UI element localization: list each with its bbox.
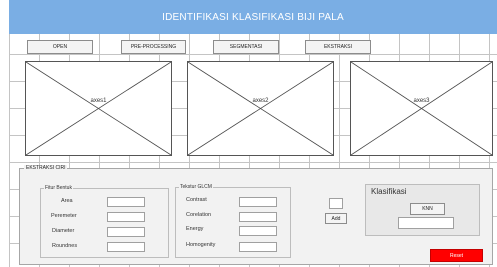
axes-label: axes2 <box>252 98 269 105</box>
energy-label: Energy <box>186 226 204 232</box>
axes-label: axes1 <box>90 98 107 105</box>
app-title-bar: IDENTIFIKASI KLASIFIKASI BIJI PALA <box>9 0 497 34</box>
area-label: Area <box>61 198 73 204</box>
klasifikasi-group: Klasifikasi KNN <box>365 184 480 236</box>
axes-cross-icon <box>26 62 171 155</box>
tekstur-glcm-group: Tekstur GLCM Contrast Corelation Energy … <box>175 184 291 258</box>
knn-button[interactable]: KNN <box>410 203 445 215</box>
app-title: IDENTIFIKASI KLASIFIKASI BIJI PALA <box>162 11 344 23</box>
add-button[interactable]: Add <box>325 213 347 224</box>
axes2-area: axes2 <box>187 61 334 156</box>
roundnes-field[interactable] <box>107 242 145 252</box>
axes-cross-icon <box>351 62 492 155</box>
axes3-area: axes3 <box>350 61 493 156</box>
energy-field[interactable] <box>239 226 277 236</box>
segmentasi-button[interactable]: SEGMENTASI <box>213 40 279 54</box>
ekstraksi-ciri-title: EKSTRAKSI CIRI <box>24 165 68 171</box>
preprocessing-button[interactable]: PRE-PROCESSING <box>121 40 186 54</box>
diameter-label: Diameter <box>52 228 75 234</box>
fitur-bentuk-title: Fitur Bentuk <box>44 185 73 191</box>
area-field[interactable] <box>107 197 145 207</box>
diameter-field[interactable] <box>107 227 145 237</box>
contrast-field[interactable] <box>239 197 277 207</box>
tekstur-glcm-title: Tekstur GLCM <box>179 184 213 190</box>
klasifikasi-result-field[interactable] <box>398 217 454 229</box>
axes-label: axes3 <box>413 98 430 105</box>
fitur-bentuk-group: Fitur Bentuk Area Peremeter Diameter Rou… <box>40 185 169 258</box>
axes-cross-icon <box>188 62 333 155</box>
contrast-label: Contrast <box>186 197 207 203</box>
axes1-area: axes1 <box>25 61 172 156</box>
homogenity-label: Homogenity <box>186 242 216 248</box>
peremeter-field[interactable] <box>107 212 145 222</box>
ekstraksi-ciri-panel: EKSTRAKSI CIRI Fitur Bentuk Area Peremet… <box>19 165 493 265</box>
reset-button[interactable]: Reset <box>430 249 483 262</box>
open-button[interactable]: OPEN <box>27 40 93 54</box>
corelation-field[interactable] <box>239 212 277 222</box>
add-input[interactable] <box>329 198 343 209</box>
roundnes-label: Roundnes <box>52 243 78 249</box>
ekstraksi-button[interactable]: EKSTRAKSI <box>305 40 371 54</box>
corelation-label: Corelation <box>186 212 212 218</box>
peremeter-label: Peremeter <box>51 213 77 219</box>
homogenity-field[interactable] <box>239 242 277 252</box>
klasifikasi-title: Klasifikasi <box>371 187 407 196</box>
